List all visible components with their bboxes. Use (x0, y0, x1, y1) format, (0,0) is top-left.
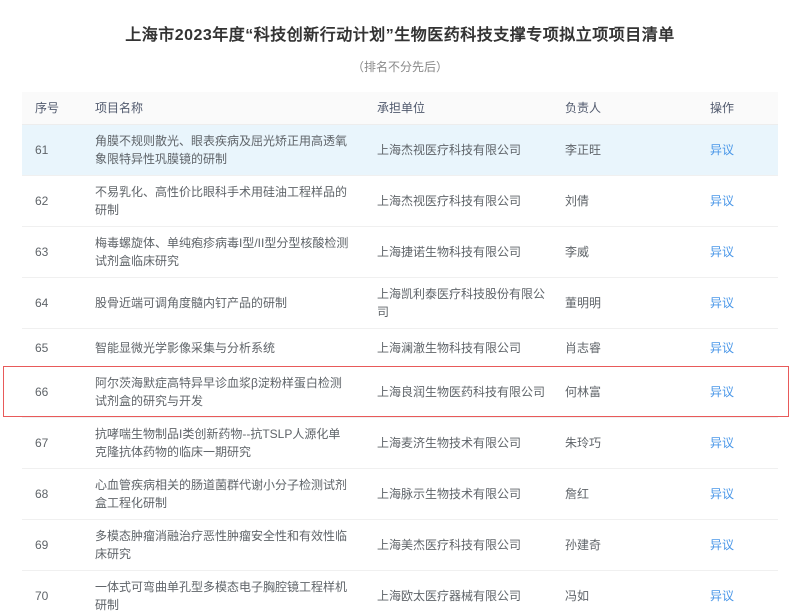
cell-org: 上海杰视医疗科技有限公司 (377, 185, 565, 217)
objection-link[interactable]: 异议 (710, 143, 734, 157)
cell-no: 69 (22, 529, 95, 561)
table-row-61: 61 角膜不规则散光、眼表疾病及屈光矫正用高透氧象限特异性巩膜镜的研制 上海杰视… (22, 125, 778, 176)
cell-org: 上海凯利泰医疗科技股份有限公司 (377, 278, 565, 328)
cell-no: 61 (22, 134, 95, 166)
page-subtitle: （排名不分先后） (0, 58, 800, 75)
table-row-66-highlighted: 66 阿尔茨海默症高特异早诊血浆β淀粉样蛋白检测试剂盒的研究与开发 上海良润生物… (22, 367, 778, 418)
cell-leader: 冯如 (565, 580, 710, 611)
cell-org: 上海麦济生物技术有限公司 (377, 427, 565, 459)
page-title: 上海市2023年度“科技创新行动计划”生物医药科技支撑专项拟立项项目清单 (0, 21, 800, 45)
cell-project: 心血管疾病相关的肠道菌群代谢小分子检测试剂盒工程化研制 (95, 469, 377, 519)
table-row-69: 69 多模态肿瘤消融治疗恶性肿瘤安全性和有效性临床研究 上海美杰医疗科技有限公司… (22, 520, 778, 571)
cell-project: 梅毒螺旋体、单纯疱疹病毒I型/II型分型核酸检测试剂盒临床研究 (95, 227, 377, 277)
cell-leader: 董明明 (565, 287, 710, 319)
cell-no: 62 (22, 185, 95, 217)
cell-project: 角膜不规则散光、眼表疾病及屈光矫正用高透氧象限特异性巩膜镜的研制 (95, 125, 377, 175)
header-leader: 负责人 (565, 99, 710, 117)
cell-org: 上海欧太医疗器械有限公司 (377, 580, 565, 611)
cell-org: 上海良润生物医药科技有限公司 (377, 376, 565, 408)
header-project: 项目名称 (95, 99, 377, 117)
cell-leader: 刘倩 (565, 185, 710, 217)
table-row-68: 68 心血管疾病相关的肠道菌群代谢小分子检测试剂盒工程化研制 上海脉示生物技术有… (22, 469, 778, 520)
cell-leader: 李威 (565, 236, 710, 268)
cell-project: 阿尔茨海默症高特异早诊血浆β淀粉样蛋白检测试剂盒的研究与开发 (95, 367, 377, 417)
cell-no: 66 (22, 376, 95, 408)
cell-no: 63 (22, 236, 95, 268)
cell-no: 70 (22, 580, 95, 611)
page-header: 上海市2023年度“科技创新行动计划”生物医药科技支撑专项拟立项项目清单 （排名… (0, 0, 800, 75)
cell-project: 不易乳化、高性价比眼科手术用硅油工程样品的研制 (95, 176, 377, 226)
cell-leader: 孙建奇 (565, 529, 710, 561)
objection-link[interactable]: 异议 (710, 487, 734, 501)
objection-link[interactable]: 异议 (710, 436, 734, 450)
objection-link[interactable]: 异议 (710, 589, 734, 603)
project-table: 序号 项目名称 承担单位 负责人 操作 61 角膜不规则散光、眼表疾病及屈光矫正… (22, 92, 778, 611)
header-no: 序号 (22, 99, 95, 117)
table-row-64: 64 股骨近端可调角度髓内钉产品的研制 上海凯利泰医疗科技股份有限公司 董明明 … (22, 278, 778, 329)
cell-no: 67 (22, 427, 95, 459)
cell-org: 上海澜澈生物科技有限公司 (377, 332, 565, 364)
cell-org: 上海美杰医疗科技有限公司 (377, 529, 565, 561)
cell-project: 智能显微光学影像采集与分析系统 (95, 332, 377, 364)
cell-leader: 李正旺 (565, 134, 710, 166)
cell-leader: 詹红 (565, 478, 710, 510)
objection-link[interactable]: 异议 (710, 341, 734, 355)
objection-link[interactable]: 异议 (710, 245, 734, 259)
table-row-70: 70 一体式可弯曲单孔型多模态电子胸腔镜工程样机研制 上海欧太医疗器械有限公司 … (22, 571, 778, 611)
cell-no: 68 (22, 478, 95, 510)
objection-link[interactable]: 异议 (710, 194, 734, 208)
table-row-62: 62 不易乳化、高性价比眼科手术用硅油工程样品的研制 上海杰视医疗科技有限公司 … (22, 176, 778, 227)
cell-no: 65 (22, 332, 95, 364)
objection-link[interactable]: 异议 (710, 385, 734, 399)
objection-link[interactable]: 异议 (710, 296, 734, 310)
cell-org: 上海脉示生物技术有限公司 (377, 478, 565, 510)
table-row-67: 67 抗哮喘生物制品I类创新药物--抗TSLP人源化单克隆抗体药物的临床一期研究… (22, 418, 778, 469)
table-row-65: 65 智能显微光学影像采集与分析系统 上海澜澈生物科技有限公司 肖志睿 异议 (22, 329, 778, 367)
table-header-row: 序号 项目名称 承担单位 负责人 操作 (22, 92, 778, 125)
header-org: 承担单位 (377, 99, 565, 117)
cell-leader: 肖志睿 (565, 332, 710, 364)
cell-project: 抗哮喘生物制品I类创新药物--抗TSLP人源化单克隆抗体药物的临床一期研究 (95, 418, 377, 468)
table-row-63: 63 梅毒螺旋体、单纯疱疹病毒I型/II型分型核酸检测试剂盒临床研究 上海捷诺生… (22, 227, 778, 278)
cell-leader: 朱玲巧 (565, 427, 710, 459)
cell-project: 股骨近端可调角度髓内钉产品的研制 (95, 287, 377, 319)
cell-org: 上海捷诺生物科技有限公司 (377, 236, 565, 268)
cell-leader: 何林富 (565, 376, 710, 408)
cell-project: 一体式可弯曲单孔型多模态电子胸腔镜工程样机研制 (95, 571, 377, 611)
cell-no: 64 (22, 287, 95, 319)
objection-link[interactable]: 异议 (710, 538, 734, 552)
cell-project: 多模态肿瘤消融治疗恶性肿瘤安全性和有效性临床研究 (95, 520, 377, 570)
header-action: 操作 (710, 99, 778, 117)
cell-org: 上海杰视医疗科技有限公司 (377, 134, 565, 166)
